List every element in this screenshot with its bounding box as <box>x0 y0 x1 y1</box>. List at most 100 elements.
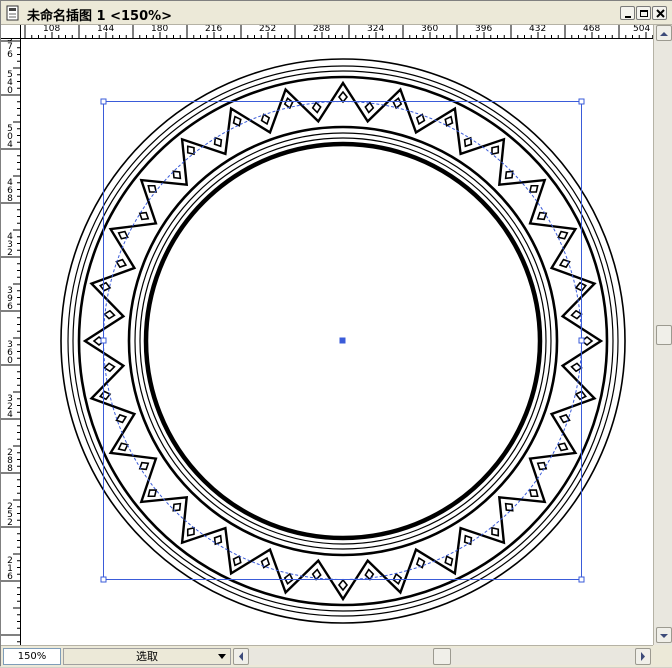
scroll-down-button[interactable] <box>656 627 672 643</box>
ruler-label-288-v: 288 <box>7 448 13 474</box>
ruler-label-468: 468 <box>583 25 601 34</box>
zigzag-diamond <box>311 101 322 114</box>
resize-grip-icon[interactable] <box>653 645 672 667</box>
close-button[interactable] <box>652 6 667 20</box>
handle-left[interactable] <box>100 337 107 344</box>
ruler-label-504: 504 <box>633 25 651 34</box>
zigzag-diamond <box>98 390 112 401</box>
zigzag-diamond <box>528 184 539 193</box>
zigzag-diamond <box>138 211 150 221</box>
zigzag-diamond <box>172 170 182 180</box>
ruler-origin[interactable] <box>1 25 21 39</box>
zigzag-diamond <box>558 413 571 424</box>
minimize-button[interactable] <box>620 6 635 20</box>
zigzag-diamond <box>557 230 569 240</box>
scroll-left-button[interactable] <box>233 648 249 665</box>
window-title: 未命名插图 1 <150%> <box>27 9 173 24</box>
handle-bottom-right[interactable] <box>578 576 585 583</box>
zigzag-diamond <box>392 96 403 110</box>
scroll-right-button[interactable] <box>635 648 651 665</box>
illustration-window: 未命名插图 1 <150%> 108 144 180 216 252 288 3… <box>0 0 672 667</box>
zigzag-diamond <box>491 526 500 537</box>
zigzag-diamond <box>115 413 128 424</box>
zoom-field[interactable]: 150% <box>3 648 61 665</box>
ruler-label-252: 252 <box>259 25 277 34</box>
scroll-up-button[interactable] <box>656 25 672 41</box>
zigzag-diamond <box>186 145 195 156</box>
ruler-label-324: 324 <box>367 25 385 34</box>
zigzag-diamond <box>213 136 223 148</box>
ruler-label-216: 216 <box>205 25 223 34</box>
zigzag-diamond <box>337 578 349 592</box>
zigzag-diamond <box>415 113 426 126</box>
zigzag-diamond <box>186 526 195 537</box>
maximize-icon <box>640 10 648 17</box>
ruler-label-288: 288 <box>313 25 331 34</box>
drawing-canvas[interactable] <box>21 39 653 645</box>
arrow-down-icon <box>660 634 668 638</box>
zigzag-diamond <box>392 572 403 586</box>
horizontal-ruler-ticks <box>24 25 653 38</box>
zigzag-diamond <box>283 572 294 586</box>
zigzag-diamond <box>504 170 514 180</box>
zigzag-diamond <box>558 258 571 269</box>
zigzag-diamond <box>147 489 158 498</box>
zigzag-diamond <box>557 442 569 452</box>
ruler-label-396-v: 396 <box>7 286 13 312</box>
ruler-label-360: 360 <box>421 25 439 34</box>
ruler-label-504-v: 504 <box>7 124 13 150</box>
zigzag-diamond <box>103 309 116 320</box>
ruler-label-216-v: 216 <box>7 556 13 582</box>
ruler-label-576: 576 <box>7 39 13 60</box>
ruler-label-360-v: 360 <box>7 340 13 366</box>
minimize-icon <box>625 16 631 18</box>
zigzag-diamond <box>103 362 116 373</box>
ruler-label-324-v: 324 <box>7 394 13 420</box>
zigzag-diamond <box>117 442 129 452</box>
zigzag-diamond <box>364 101 375 114</box>
zigzag-diamond <box>444 555 454 567</box>
zigzag-diamond <box>536 461 548 471</box>
horizontal-scroll-thumb[interactable] <box>433 648 451 665</box>
chevron-down-icon <box>218 654 226 659</box>
ruler-label-468-v: 468 <box>7 178 13 204</box>
zigzag-diamond <box>232 555 242 567</box>
maximize-button[interactable] <box>636 6 651 20</box>
horizontal-scrollbar[interactable] <box>233 648 651 665</box>
ruler-label-108: 108 <box>43 25 61 34</box>
status-tool-label: 选取 <box>136 650 158 663</box>
zigzag-diamond <box>574 281 588 292</box>
handle-right[interactable] <box>578 337 585 344</box>
zigzag-diamond <box>232 115 242 127</box>
zigzag-diamond <box>283 96 294 110</box>
close-icon <box>656 9 665 18</box>
ruler-label-144: 144 <box>97 25 115 34</box>
ruler-label-252-v: 252 <box>7 502 13 528</box>
document-icon <box>6 5 19 21</box>
ruler-label-432-v: 432 <box>7 232 13 258</box>
status-bar: 150% 选取 <box>1 645 672 667</box>
zigzag-diamond <box>491 145 500 156</box>
ruler-label-396: 396 <box>475 25 493 34</box>
circular-ornament-artwork[interactable] <box>21 39 653 645</box>
horizontal-ruler[interactable]: 108 144 180 216 252 288 324 360 396 432 … <box>21 25 653 39</box>
zigzag-diamond <box>147 184 158 193</box>
ruler-label-432: 432 <box>529 25 547 34</box>
zigzag-diamond <box>528 489 539 498</box>
handle-top-left[interactable] <box>100 98 107 105</box>
handle-bottom-left[interactable] <box>100 576 107 583</box>
handle-top-right[interactable] <box>578 98 585 105</box>
zigzag-diamond <box>213 534 223 546</box>
title-bar[interactable]: 未命名插图 1 <150%> <box>1 1 672 25</box>
zigzag-diamond <box>444 115 454 127</box>
arrow-up-icon <box>660 32 668 36</box>
vertical-scrollbar[interactable] <box>653 25 672 645</box>
center-point[interactable] <box>339 337 346 344</box>
status-tool-dropdown[interactable]: 选取 <box>63 648 231 665</box>
vertical-scroll-thumb[interactable] <box>656 325 672 345</box>
zigzag-diamond <box>115 258 128 269</box>
arrow-right-icon <box>641 652 645 661</box>
ruler-label-540: 540 <box>7 70 13 96</box>
arrow-left-icon <box>239 652 243 661</box>
vertical-ruler[interactable]: 576 540 504 468 432 396 360 324 288 252 … <box>1 39 21 645</box>
